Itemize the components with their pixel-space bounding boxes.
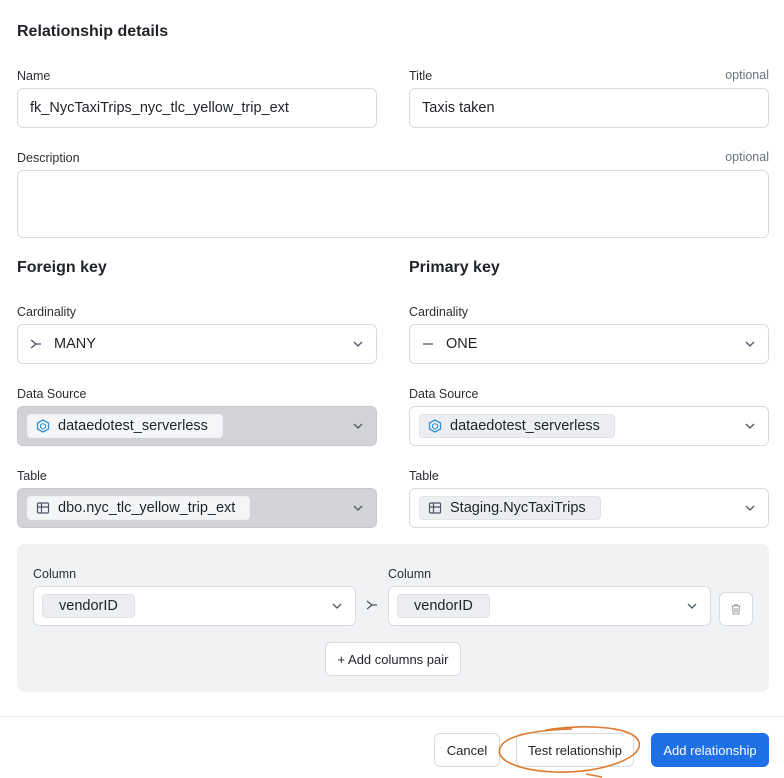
fk-datasource-label: Data Source <box>17 387 87 401</box>
fk-table-select[interactable]: dbo.nyc_tlc_yellow_trip_ext <box>17 488 377 528</box>
pk-column-value: vendorID <box>414 598 473 614</box>
description-label: Description <box>17 151 80 165</box>
fk-datasource-select[interactable]: dataedotest_serverless <box>17 406 377 446</box>
chevron-down-icon <box>745 341 755 347</box>
fk-datasource-value: dataedotest_serverless <box>58 418 208 434</box>
pk-column-label: Column <box>388 567 432 581</box>
chevron-down-icon <box>332 603 342 609</box>
pk-table-value: Staging.NycTaxiTrips <box>450 500 586 516</box>
pk-cardinality-value: ONE <box>446 336 478 352</box>
fk-column-label: Column <box>33 567 77 581</box>
fk-column-chip: vendorID <box>42 594 135 618</box>
primary-key-heading: Primary key <box>409 259 500 276</box>
trash-icon <box>731 603 741 615</box>
name-label: Name <box>17 69 51 83</box>
pk-cardinality-label: Cardinality <box>409 305 469 319</box>
footer-divider <box>0 716 784 717</box>
fk-cardinality-select[interactable]: MANY <box>17 324 377 364</box>
title-label: Title <box>409 69 433 83</box>
fk-table-label: Table <box>17 469 47 483</box>
title-value: Taxis taken <box>422 100 495 116</box>
crow-foot-many-icon <box>366 598 378 616</box>
pk-datasource-label: Data Source <box>409 387 479 401</box>
fk-cardinality-value: MANY <box>54 336 96 352</box>
delete-column-pair-button[interactable] <box>719 592 753 626</box>
table-icon <box>36 502 50 514</box>
page-title: Relationship details <box>17 23 169 40</box>
pk-column-chip: vendorID <box>397 594 490 618</box>
database-hex-icon <box>428 419 442 433</box>
title-optional-label: optional <box>725 68 769 82</box>
pk-table-chip: Staging.NycTaxiTrips <box>419 496 601 520</box>
chevron-down-icon <box>745 423 755 429</box>
add-relationship-button[interactable]: Add relationship <box>651 733 769 767</box>
title-input[interactable]: Taxis taken <box>409 88 769 128</box>
chevron-down-icon <box>745 505 755 511</box>
test-relationship-button[interactable]: Test relationship <box>516 733 634 767</box>
pk-datasource-select[interactable]: dataedotest_serverless <box>409 406 769 446</box>
description-optional-label: optional <box>725 150 769 164</box>
pk-table-select[interactable]: Staging.NycTaxiTrips <box>409 488 769 528</box>
chevron-down-icon <box>687 603 697 609</box>
fk-table-value: dbo.nyc_tlc_yellow_trip_ext <box>58 500 236 516</box>
cancel-button[interactable]: Cancel <box>434 733 500 767</box>
name-input[interactable]: fk_NycTaxiTrips_nyc_tlc_yellow_trip_ext <box>17 88 377 128</box>
line-one-icon <box>422 338 434 350</box>
pk-column-select[interactable]: vendorID <box>388 586 711 626</box>
pk-datasource-value: dataedotest_serverless <box>450 418 600 434</box>
chevron-down-icon <box>353 423 363 429</box>
database-hex-icon <box>36 419 50 433</box>
add-columns-pair-button[interactable]: + Add columns pair <box>325 642 461 676</box>
table-icon <box>428 502 442 514</box>
columns-panel: Column Column vendorID vendorID + Add co… <box>17 544 769 692</box>
description-input[interactable] <box>17 170 769 238</box>
chevron-down-icon <box>353 341 363 347</box>
fk-datasource-chip: dataedotest_serverless <box>27 414 223 438</box>
crow-foot-many-icon <box>30 338 42 350</box>
name-value: fk_NycTaxiTrips_nyc_tlc_yellow_trip_ext <box>30 100 289 116</box>
foreign-key-heading: Foreign key <box>17 259 107 276</box>
pk-cardinality-select[interactable]: ONE <box>409 324 769 364</box>
fk-column-value: vendorID <box>59 598 118 614</box>
pk-datasource-chip: dataedotest_serverless <box>419 414 615 438</box>
fk-column-select[interactable]: vendorID <box>33 586 356 626</box>
fk-cardinality-label: Cardinality <box>17 305 77 319</box>
chevron-down-icon <box>353 505 363 511</box>
fk-table-chip: dbo.nyc_tlc_yellow_trip_ext <box>27 496 251 520</box>
pk-table-label: Table <box>409 469 439 483</box>
